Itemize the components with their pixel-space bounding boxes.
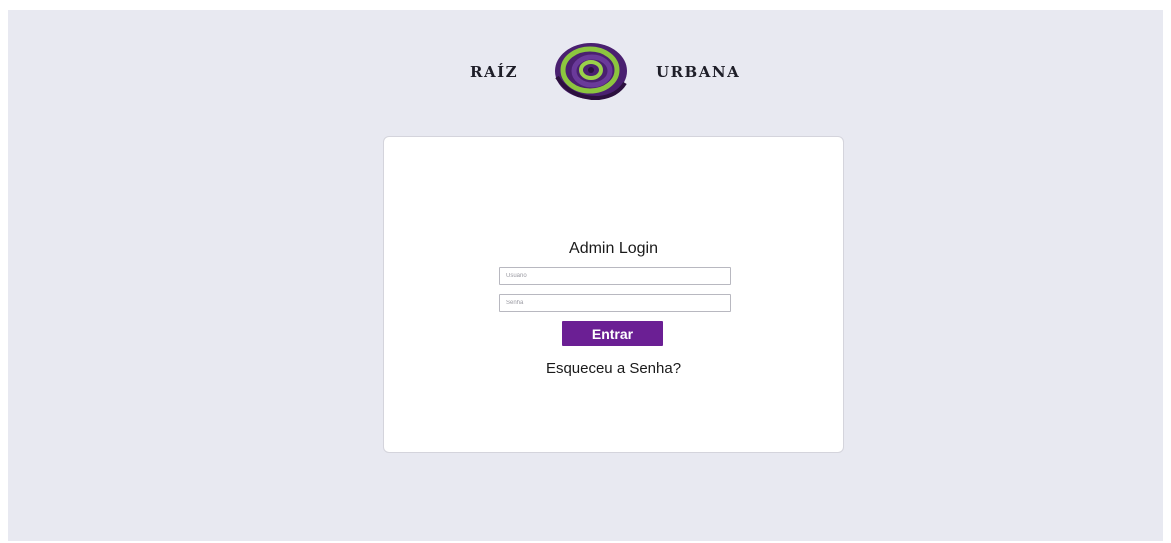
brand-word-left: RAÍZ (470, 63, 519, 81)
password-input[interactable] (499, 294, 731, 312)
login-page: RAÍZ URBANA Admin Login Entrar Esqueceu … (8, 10, 1163, 541)
brand-word-right: URBANA (656, 63, 741, 81)
login-title: Admin Login (569, 240, 658, 257)
username-input[interactable] (499, 267, 731, 285)
login-button[interactable]: Entrar (562, 321, 663, 346)
brand-header: RAÍZ URBANA (8, 41, 1163, 111)
spiral-logo-icon (551, 41, 631, 101)
login-card: Admin Login Entrar Esqueceu a Senha? (383, 136, 844, 453)
forgot-password-link[interactable]: Esqueceu a Senha? (384, 360, 843, 377)
